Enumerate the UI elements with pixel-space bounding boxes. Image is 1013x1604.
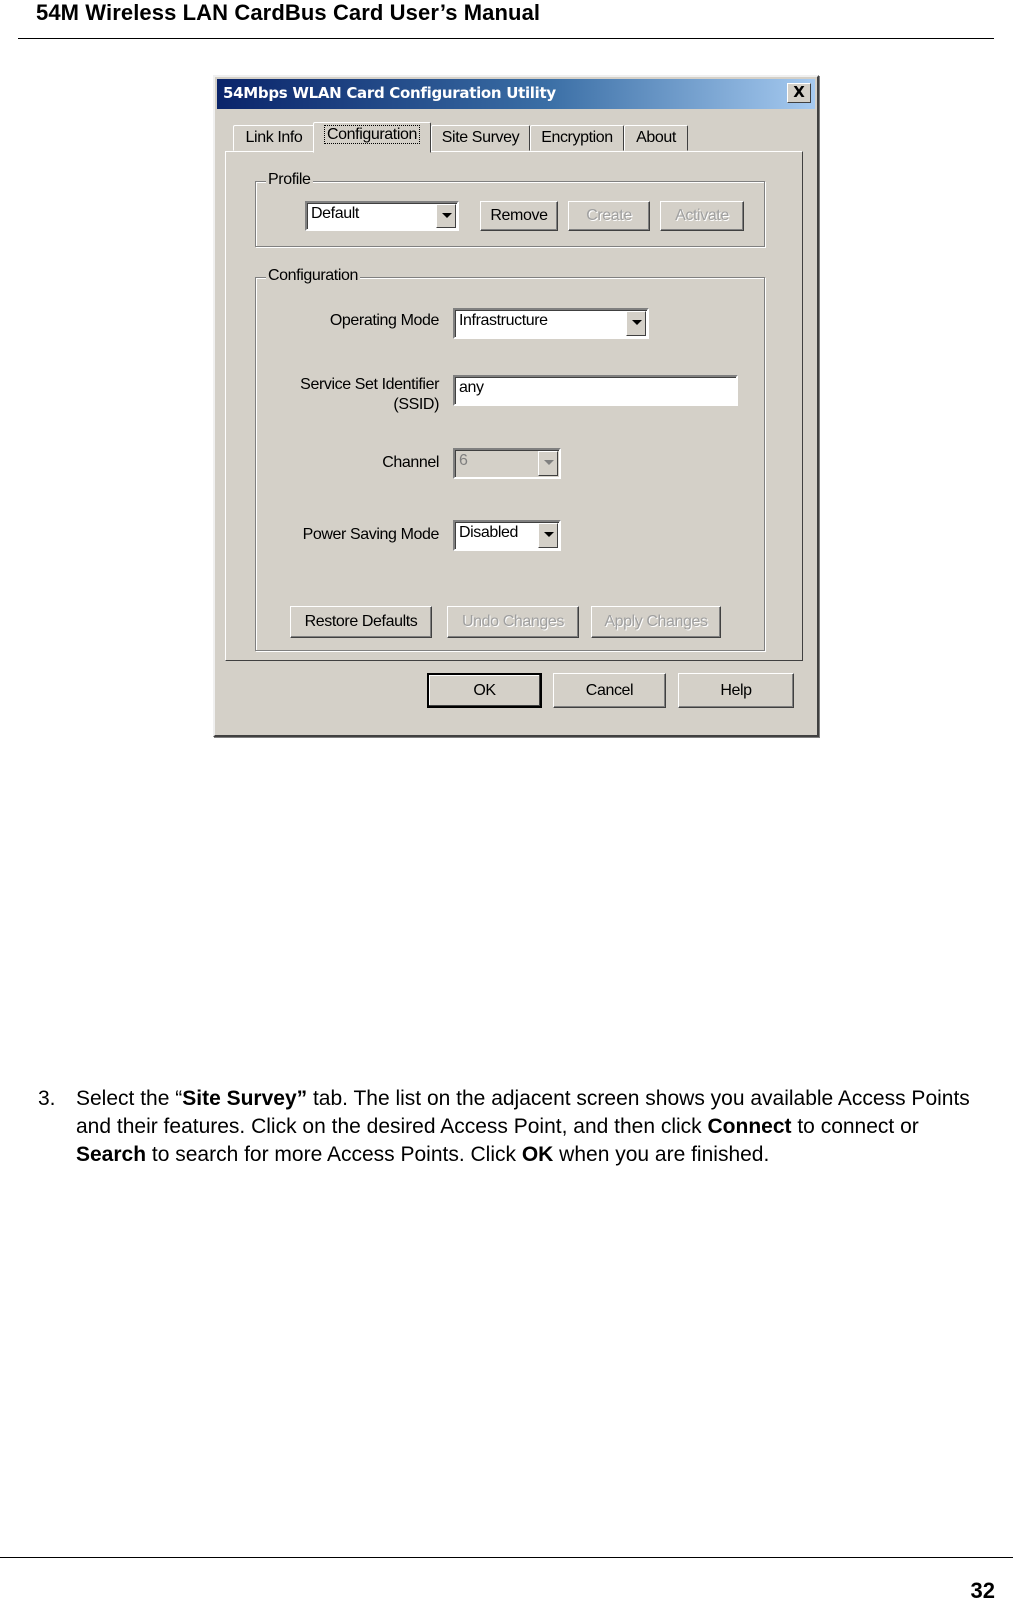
instruction-step-3: 3. Select the “Site Survey” tab. The lis… <box>38 1085 983 1169</box>
ok-emphasis: OK <box>521 1143 554 1166</box>
ssid-input[interactable]: any <box>453 375 738 406</box>
undo-changes-button[interactable]: Undo Changes <box>447 606 579 638</box>
apply-changes-button[interactable]: Apply Changes <box>591 606 721 638</box>
profile-select[interactable]: Default <box>305 201 459 231</box>
configuration-groupbox: Configuration Operating Mode Infrastruct… <box>255 267 765 651</box>
dialog-title: 54Mbps WLAN Card Configuration Utility <box>223 84 556 102</box>
step-text: Select the “Site Survey” tab. The list o… <box>76 1085 983 1169</box>
tab-site-survey[interactable]: Site Survey <box>431 125 530 151</box>
channel-label: Channel <box>382 454 439 471</box>
text-run: to connect or <box>791 1115 919 1138</box>
page-header-title: 54M Wireless LAN CardBus Card User’s Man… <box>36 0 541 25</box>
operating-mode-select[interactable]: Infrastructure <box>453 308 649 339</box>
close-button[interactable]: X <box>787 83 811 103</box>
cancel-button[interactable]: Cancel <box>553 673 666 708</box>
search-emphasis: Search <box>76 1143 147 1166</box>
restore-defaults-button[interactable]: Restore Defaults <box>290 606 432 638</box>
profile-groupbox: Profile Default Remove Create Activate <box>255 171 765 247</box>
power-saving-mode-value: Disabled <box>459 524 519 541</box>
operating-mode-label: Operating Mode <box>329 312 440 329</box>
chevron-down-icon[interactable] <box>436 204 456 228</box>
chevron-down-icon[interactable] <box>626 311 646 336</box>
page-number: 32 <box>970 1578 995 1603</box>
remove-button[interactable]: Remove <box>480 201 558 231</box>
profile-group-label: Profile <box>266 171 313 189</box>
chevron-down-icon[interactable] <box>538 523 558 548</box>
chevron-down-icon[interactable] <box>538 451 558 476</box>
ssid-label: Service Set Identifier (SSID) <box>266 375 439 415</box>
text-run: to search for more Access Points. Click <box>146 1143 522 1166</box>
tab-link-info[interactable]: Link Info <box>233 125 315 151</box>
ssid-input-value: any <box>459 379 484 396</box>
close-icon: X <box>793 83 805 101</box>
configuration-group-label: Configuration <box>266 267 360 285</box>
help-button[interactable]: Help <box>678 673 794 708</box>
connect-emphasis: Connect <box>707 1115 792 1138</box>
ssid-label-line2: (SSID) <box>393 396 439 413</box>
configuration-utility-dialog: 54Mbps WLAN Card Configuration Utility X… <box>213 75 819 737</box>
power-saving-mode-select[interactable]: Disabled <box>453 520 561 551</box>
channel-value: 6 <box>459 452 468 469</box>
step-number: 3. <box>38 1087 56 1110</box>
footer-divider <box>0 1557 1013 1558</box>
channel-select[interactable]: 6 <box>453 448 561 479</box>
ok-button[interactable]: OK <box>427 673 542 708</box>
operating-mode-value: Infrastructure <box>459 312 548 329</box>
ssid-label-line1: Service Set Identifier <box>300 376 439 393</box>
tab-encryption[interactable]: Encryption <box>530 125 624 151</box>
create-button[interactable]: Create <box>568 201 650 231</box>
tab-configuration[interactable]: Configuration <box>313 122 431 153</box>
dialog-titlebar[interactable]: 54Mbps WLAN Card Configuration Utility X <box>217 79 815 109</box>
tab-about[interactable]: About <box>624 125 688 151</box>
activate-button[interactable]: Activate <box>660 201 744 231</box>
header-divider <box>18 38 994 39</box>
power-saving-mode-label: Power Saving Mode <box>302 526 440 543</box>
profile-select-value: Default <box>311 205 359 222</box>
configuration-tab-panel: Profile Default Remove Create Activate C… <box>225 151 803 661</box>
text-run: Select the “ <box>76 1087 183 1110</box>
site-survey-emphasis: Site Survey” <box>182 1087 308 1110</box>
text-run: when you are finished. <box>553 1143 770 1166</box>
